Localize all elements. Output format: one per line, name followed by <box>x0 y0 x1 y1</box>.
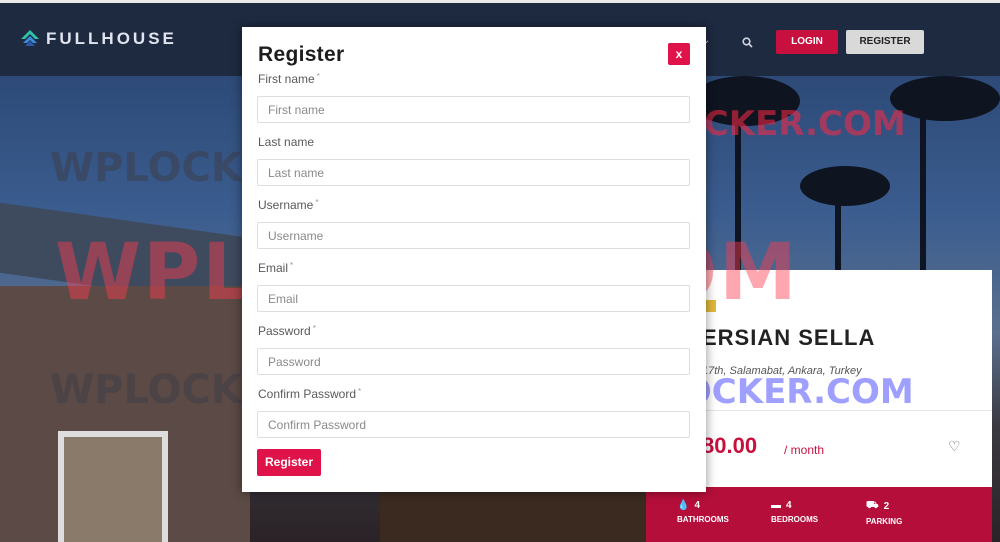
stat-parking: ⛟ 2 PARKING <box>866 500 902 526</box>
car-icon: ⛟ <box>866 500 879 511</box>
register-button[interactable]: REGISTER <box>846 30 924 54</box>
brand-name: FULLHOUSE <box>46 29 177 48</box>
first-name-label: First name * <box>258 72 320 86</box>
stat-bathrooms: 💧 4 BATHROOMS <box>677 500 729 524</box>
close-button[interactable]: x <box>668 43 690 65</box>
house-door-panel <box>58 431 168 542</box>
register-modal: Register x First name* Last name Usernam… <box>242 27 706 492</box>
stat-value: 4 <box>786 500 792 511</box>
stat-value: 4 <box>694 500 701 511</box>
password-label: Password * <box>258 324 316 338</box>
stat-label: BEDROOMS <box>771 515 819 524</box>
palm-trunk <box>735 116 741 296</box>
username-label: Username * <box>258 198 319 212</box>
stat-label: PARKING <box>866 517 903 526</box>
stat-value: 2 <box>883 501 890 512</box>
house-logo-icon <box>20 29 40 49</box>
property-stats-bar: 💧 4 BATHROOMS ▬ 4 BEDROOMS ⛟ 2 PARKING <box>646 487 992 542</box>
price-unit: / month <box>784 443 825 457</box>
modal-title: Register <box>258 43 345 66</box>
site-logo[interactable]: FULLHOUSE <box>20 29 177 49</box>
palm-leaves <box>890 76 1000 121</box>
register-submit-button[interactable]: Register <box>257 449 321 476</box>
email-input[interactable] <box>257 285 690 312</box>
property-badge <box>706 300 716 312</box>
password-input[interactable] <box>257 348 690 375</box>
search-icon[interactable] <box>742 37 753 51</box>
last-name-label: Last name <box>258 135 315 149</box>
username-input[interactable] <box>257 222 690 249</box>
stat-bedrooms: ▬ 4 BEDROOMS <box>771 500 818 524</box>
palm-leaves <box>690 76 800 126</box>
confirm-password-input[interactable] <box>257 411 690 438</box>
first-name-input[interactable] <box>257 96 690 123</box>
confirm-password-label: Confirm Password * <box>258 387 362 401</box>
palm-leaves <box>800 166 890 206</box>
property-address: 17th, Salamabat, Ankara, Turkey <box>702 365 862 377</box>
heart-icon[interactable]: ♡ <box>948 438 961 455</box>
property-title[interactable]: ERSIAN SELLA <box>702 325 875 351</box>
drop-icon: 💧 <box>677 500 690 511</box>
email-label: Email * <box>258 261 294 275</box>
property-price: 80.00 <box>702 433 758 458</box>
stat-label: BATHROOMS <box>677 515 729 524</box>
bed-icon: ▬ <box>771 500 781 511</box>
last-name-input[interactable] <box>257 159 690 186</box>
login-button[interactable]: LOGIN <box>776 30 838 54</box>
